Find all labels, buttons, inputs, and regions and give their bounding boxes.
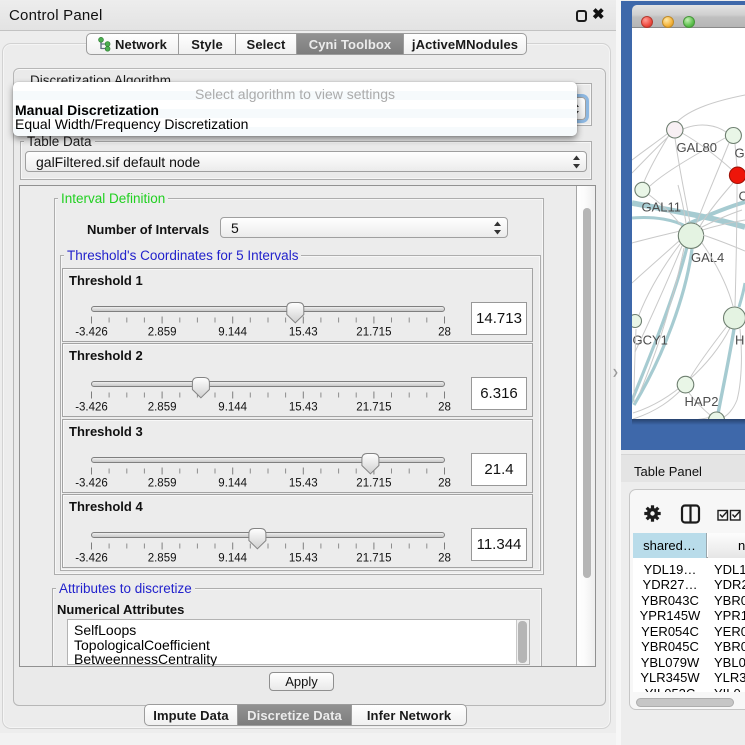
svg-text:GA: GA: [735, 146, 745, 161]
svg-text:GAL11: GAL11: [642, 200, 682, 215]
svg-text:9.144: 9.144: [218, 402, 247, 414]
svg-text:21.715: 21.715: [356, 553, 391, 565]
svg-text:2.859: 2.859: [148, 326, 177, 338]
svg-text:GAL80: GAL80: [677, 140, 717, 155]
svg-text:GCY1: GCY1: [633, 333, 668, 348]
svg-text:-3.426: -3.426: [75, 326, 108, 338]
svg-text:9.144: 9.144: [218, 477, 247, 489]
svg-text:15.43: 15.43: [289, 326, 318, 338]
svg-text:21.715: 21.715: [356, 477, 391, 489]
svg-text:15.43: 15.43: [289, 402, 318, 414]
svg-text:2.859: 2.859: [148, 402, 177, 414]
svg-text:28: 28: [438, 402, 451, 414]
svg-text:-3.426: -3.426: [75, 477, 108, 489]
svg-text:HAP2: HAP2: [685, 394, 719, 409]
svg-text:15.43: 15.43: [289, 477, 318, 489]
svg-text:21.715: 21.715: [356, 402, 391, 414]
svg-text:28: 28: [438, 553, 451, 565]
svg-text:9.144: 9.144: [218, 326, 247, 338]
svg-text:21.715: 21.715: [356, 326, 391, 338]
svg-text:-3.426: -3.426: [75, 402, 108, 414]
svg-text:9.144: 9.144: [218, 553, 247, 565]
svg-text:28: 28: [438, 326, 451, 338]
svg-text:2.859: 2.859: [148, 553, 177, 565]
svg-text:-3.426: -3.426: [75, 553, 108, 565]
svg-text:C: C: [739, 189, 745, 204]
svg-text:15.43: 15.43: [289, 553, 318, 565]
svg-text:H: H: [735, 333, 744, 348]
svg-text:28: 28: [438, 477, 451, 489]
svg-text:2.859: 2.859: [148, 477, 177, 489]
